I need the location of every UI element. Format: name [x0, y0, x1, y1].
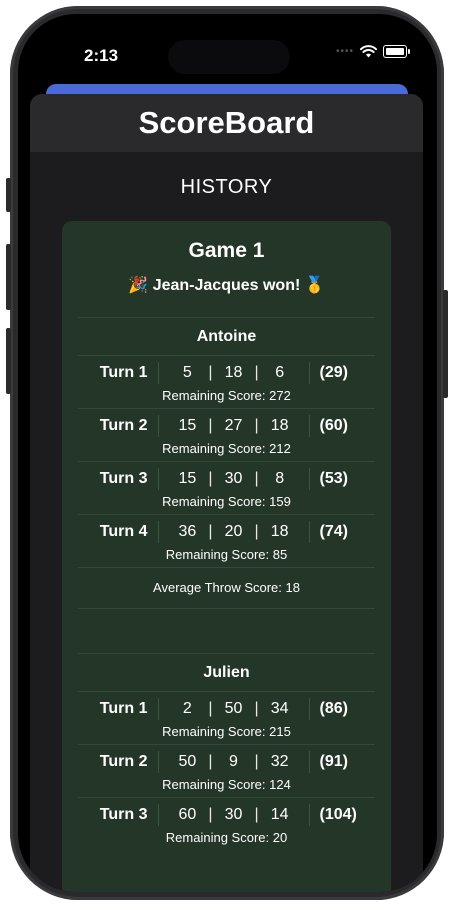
throw-value: 32 [270, 753, 289, 770]
volume-down-button [6, 328, 11, 394]
throw-value: 18 [270, 417, 289, 434]
remaining-score: Remaining Score: 215 [162, 724, 291, 739]
remaining-score: Remaining Score: 272 [162, 388, 291, 403]
status-time: 2:13 [84, 46, 119, 65]
turn-total: (60) [319, 417, 348, 434]
throw-value: 2 [182, 700, 192, 717]
game-title: Game 1 [188, 239, 265, 262]
throws: 5 | 18 | 6 [159, 364, 309, 382]
throws: 50 | 9 | 32 [159, 753, 309, 771]
turn-total: (86) [319, 700, 348, 717]
turn-total: (29) [319, 364, 348, 381]
throw-value: 18 [270, 523, 289, 540]
turn-total: (104) [319, 806, 357, 823]
turn-label: Turn 2 [99, 417, 148, 434]
turn-label: Turn 1 [99, 364, 148, 381]
throws: 60 | 30 | 14 [159, 806, 309, 824]
throw-value: 27 [224, 417, 243, 434]
history-sheet[interactable]: ScoreBoard HISTORY Game 1 🎉 Jean-Jacques… [30, 94, 423, 892]
throw-value: 36 [178, 523, 197, 540]
throw-value: 34 [270, 700, 289, 717]
player-name: Julien [203, 664, 250, 681]
turn-label: Turn 1 [99, 700, 148, 717]
divider [308, 804, 310, 826]
turn-row: Turn 3 60 | 30 | 14 (104) Remaining Score:… [62, 798, 391, 850]
wifi-icon [360, 45, 377, 58]
cellular-signal-icon: •••• [335, 46, 354, 57]
divider [308, 698, 310, 720]
app-title: ScoreBoard [30, 94, 423, 152]
throw-value: 8 [275, 470, 285, 487]
status-icons: •••• [335, 45, 410, 58]
turn-total: (53) [319, 470, 348, 487]
player-name: Antoine [196, 328, 257, 345]
divider [308, 362, 310, 384]
turn-total: (74) [319, 523, 348, 540]
throw-value: 5 [182, 364, 192, 381]
action-button [6, 178, 11, 212]
throw-value: 14 [270, 806, 289, 823]
turn-label: Turn 4 [99, 523, 148, 540]
remaining-score: Remaining Score: 212 [162, 441, 291, 456]
throw-value: 15 [178, 417, 197, 434]
throw-value: 50 [178, 753, 197, 770]
remaining-score: Remaining Score: 20 [165, 830, 288, 845]
turn-total: (91) [319, 753, 348, 770]
throw-value: 50 [224, 700, 243, 717]
dynamic-island [168, 40, 290, 74]
volume-up-button [6, 244, 11, 310]
divider [308, 415, 310, 437]
divider [308, 468, 310, 490]
turn-row: Turn 1 5 | 18 | 6 (29) Remaining Score: 27… [62, 356, 391, 408]
screen: 2:13 •••• ScoreBoard HISTORY Game 1 🎉 Je… [18, 14, 437, 892]
throw-value: 9 [229, 753, 238, 770]
divider [308, 751, 310, 773]
turn-row: Turn 3 15 | 30 | 8 (53) Remaining Score: 1… [62, 462, 391, 514]
battery-icon [383, 45, 410, 58]
remaining-score: Remaining Score: 124 [162, 777, 291, 792]
turn-label: Turn 2 [99, 753, 148, 770]
throw-value: 18 [224, 364, 243, 381]
game-card[interactable]: Game 1 🎉 Jean-Jacques won! 🥇 Antoine Tur… [62, 221, 391, 892]
turn-label: Turn 3 [99, 470, 148, 487]
turn-row: Turn 4 36 | 20 | 18 (74) Remaining Score: … [62, 515, 391, 567]
turn-row: Turn 2 15 | 27 | 18 (60) Remaining Score: … [62, 409, 391, 461]
throw-value: 60 [178, 806, 197, 823]
throw-value: 15 [178, 470, 197, 487]
section-title: HISTORY [180, 176, 273, 198]
average-throw-score: Average Throw Score: 18 [153, 580, 300, 595]
turn-row: Turn 1 2 | 50 | 34 (86) Remaining Score: 2… [62, 692, 391, 744]
remaining-score: Remaining Score: 85 [165, 547, 288, 562]
throw-value: 30 [224, 806, 243, 823]
divider [308, 521, 310, 543]
turn-label: Turn 3 [99, 806, 148, 823]
throws: 36 | 20 | 18 [159, 523, 309, 541]
power-button [443, 290, 448, 398]
winner-text: 🎉 Jean-Jacques won! 🥇 [128, 277, 325, 294]
throw-value: 20 [224, 523, 243, 540]
throws: 2 | 50 | 34 [159, 700, 309, 718]
throw-value: 30 [224, 470, 243, 487]
remaining-score: Remaining Score: 159 [162, 494, 291, 509]
throws: 15 | 27 | 18 [159, 417, 309, 435]
turn-row: Turn 2 50 | 9 | 32 (91) Remaining Score: 1… [62, 745, 391, 797]
throws: 15 | 30 | 8 [159, 470, 309, 488]
throw-value: 6 [275, 364, 285, 381]
